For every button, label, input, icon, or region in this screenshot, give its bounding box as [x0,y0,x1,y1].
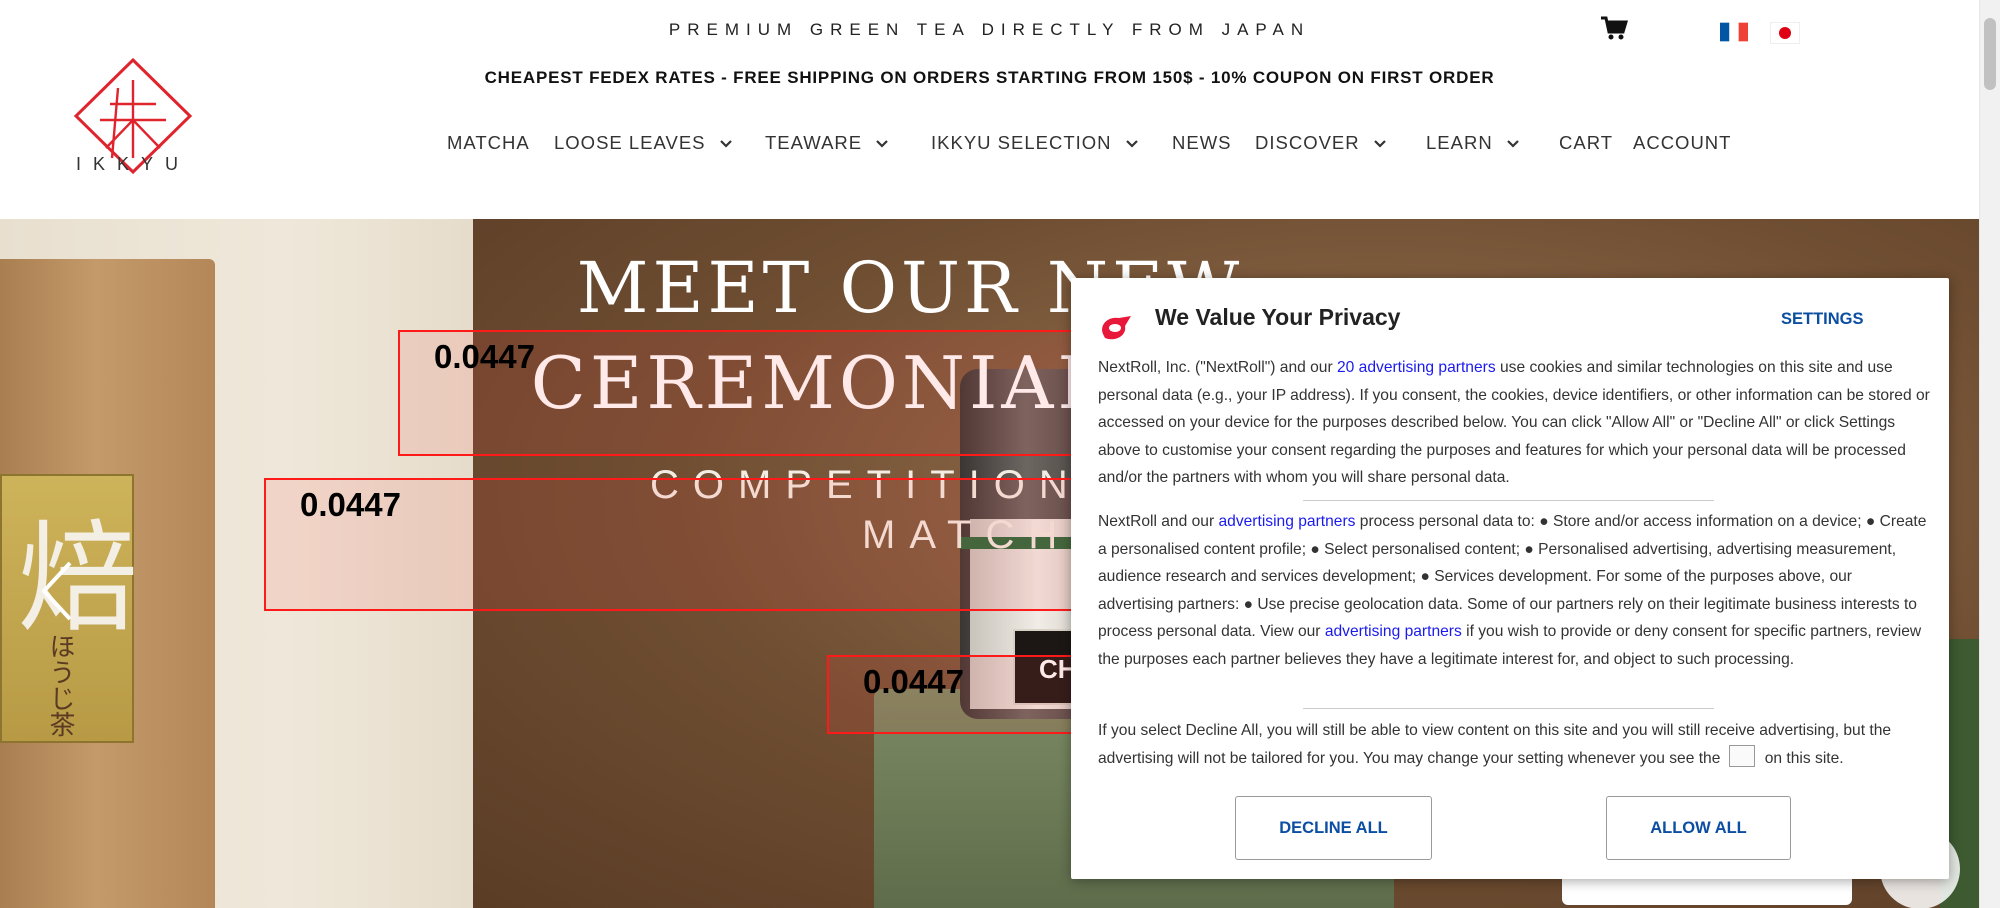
annotation-box: 0.0447 [827,655,1078,734]
privacy-consent-dialog: We Value Your Privacy SETTINGS NextRoll,… [1071,278,1949,879]
cart-icon[interactable] [1600,16,1628,40]
nav-ikkyu-selection[interactable]: IKKYU SELECTION [931,132,1138,154]
consent-paragraph-3: If you select Decline All, you will stil… [1098,722,1892,768]
chevron-down-icon [1125,140,1138,148]
nav-news[interactable]: NEWS [1172,132,1232,154]
package-small-text: ほうじ茶 [45,633,75,737]
decline-all-button[interactable]: DECLINE ALL [1235,796,1432,860]
divider [1303,708,1714,709]
page-scrollbar[interactable] [1979,0,2000,908]
tagline: PREMIUM GREEN TEA DIRECTLY FROM JAPAN [668,20,1311,39]
advertising-partners-link[interactable]: advertising partners [1325,623,1462,640]
nav-account[interactable]: ACCOUNT [1633,132,1731,154]
nav-loose-leaves[interactable]: LOOSE LEAVES [554,132,732,154]
advertising-partners-link[interactable]: 20 advertising partners [1337,359,1496,376]
nextroll-small-icon [1728,745,1755,768]
promo-banner: CHEAPEST FEDEX RATES - FREE SHIPPING ON … [484,68,1495,87]
consent-paragraph-1: NextRoll, Inc. ("NextRoll") and our 20 a… [1098,359,1930,486]
nav-learn[interactable]: LEARN [1426,132,1519,154]
nav-teaware[interactable]: TEAWARE [765,132,888,154]
chevron-left-icon[interactable] [38,559,78,623]
chevron-down-icon [1373,140,1386,148]
nextroll-logo-icon [1102,316,1131,340]
allow-all-button[interactable]: ALLOW ALL [1606,796,1791,860]
chevron-down-icon [1506,140,1519,148]
flag-french-icon[interactable] [1720,22,1748,42]
annotation-box: 0.0447 [398,330,1078,456]
settings-link[interactable]: SETTINGS [1781,310,1864,329]
advertising-partners-link[interactable]: advertising partners [1218,513,1355,530]
divider [1303,500,1714,501]
nav-discover[interactable]: DISCOVER [1255,132,1386,154]
consent-paragraph-2: NextRoll and our advertising partners pr… [1098,513,1927,668]
consent-title: We Value Your Privacy [1155,304,1401,330]
flag-japanese-icon[interactable] [1770,22,1800,44]
nav-matcha[interactable]: MATCHA [447,132,530,154]
chevron-down-icon [876,140,888,148]
package-kanji: 焙 [18,510,138,649]
nav-cart[interactable]: CART [1559,132,1613,154]
annotation-box: 0.0447 [264,478,1078,611]
logo-wordmark: IKKYU [75,154,191,174]
scrollbar-thumb[interactable] [1984,18,1996,90]
site-header: PREMIUM GREEN TEA DIRECTLY FROM JAPAN CH… [0,0,1979,219]
chevron-down-icon [719,140,732,148]
